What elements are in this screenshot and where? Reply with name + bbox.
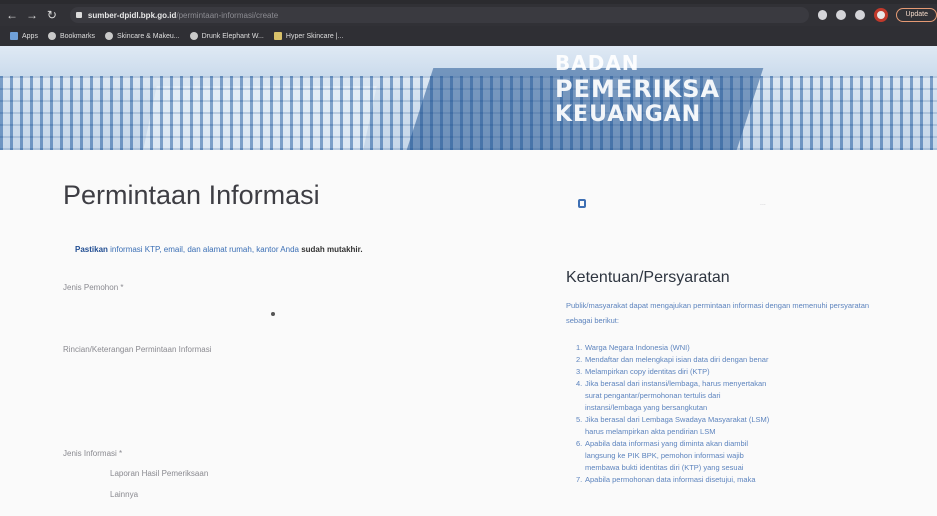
jenis-informasi-option-lainnya[interactable]: Lainnya bbox=[110, 490, 138, 499]
requirement-number: 3. bbox=[576, 367, 583, 376]
requirement-item: membawa bukti identitas diri (KTP) yang … bbox=[576, 462, 876, 474]
requirement-item: 2. Mendaftar dan melengkapi isian data di… bbox=[576, 354, 876, 366]
rincian-label: Rincian/Keterangan Permintaan Informasi bbox=[63, 345, 212, 354]
star-icon bbox=[47, 32, 56, 40]
extension-icon[interactable] bbox=[836, 10, 847, 20]
reload-icon[interactable]: ↻ bbox=[44, 7, 60, 23]
requirement-text: langsung ke PIK BPK, pemohon informasi w… bbox=[585, 451, 744, 460]
brand-line: BADAN bbox=[555, 51, 640, 75]
profile-avatar-icon[interactable] bbox=[874, 8, 889, 22]
address-bar[interactable]: sumber-dpidl.bpk.go.id /permintaan-infor… bbox=[69, 7, 809, 23]
url-host: sumber-dpidl.bpk.go.id bbox=[87, 10, 177, 20]
lock-icon bbox=[75, 12, 82, 18]
requirement-item: instansi/lembaga yang bersangkutan bbox=[576, 402, 876, 414]
requirement-number: 5. bbox=[576, 415, 583, 424]
key-icon[interactable] bbox=[817, 10, 828, 20]
url-path: /permintaan-informasi/create bbox=[176, 10, 279, 20]
requirement-text: harus melampirkan akta pendirian LSM bbox=[585, 427, 716, 436]
requirement-item: surat pengantar/permohonan tertulis dari bbox=[576, 390, 876, 402]
bookmark-label: Apps bbox=[22, 32, 38, 40]
requirement-number: 1. bbox=[576, 343, 583, 352]
bookmark-apps[interactable]: Apps bbox=[10, 32, 38, 40]
brand-line: KEUANGAN bbox=[555, 102, 702, 127]
banner-brand-text: BADAN PEMERIKSA KEUANGAN bbox=[555, 50, 720, 128]
requirement-item: harus melampirkan akta pendirian LSM bbox=[576, 426, 876, 438]
jenis-informasi-option-lhp[interactable]: Laporan Hasil Pemeriksaan bbox=[110, 469, 208, 478]
bookmarks-bar: Apps Bookmarks Skincare & Makeu... Drunk… bbox=[0, 26, 937, 46]
requirement-item: 1. Warga Negara Indonesia (WNI) bbox=[576, 342, 876, 354]
requirement-number: 4. bbox=[576, 379, 583, 388]
requirements-intro: Publik/masyarakat dapat mengajukan permi… bbox=[566, 301, 870, 325]
requirement-text: instansi/lembaga yang bersangkutan bbox=[585, 403, 708, 412]
requirements-list: 1. Warga Negara Indonesia (WNI) 2. Mendaft… bbox=[576, 342, 876, 486]
bookmark-skincare[interactable]: Skincare & Makeu... bbox=[104, 32, 180, 40]
requirement-text: membawa bukti identitas diri (KTP) yang … bbox=[585, 463, 744, 472]
bookmark-label: Drunk Elephant W... bbox=[201, 32, 264, 40]
jenis-pemohon-select[interactable] bbox=[271, 312, 275, 316]
extension-icon[interactable] bbox=[855, 10, 866, 20]
browser-toolbar: ← → ↻ sumber-dpidl.bpk.go.id /permintaan… bbox=[0, 4, 937, 26]
requirement-text: Mendaftar dan melengkapi isian data diri… bbox=[585, 355, 769, 364]
globe-icon bbox=[104, 32, 113, 40]
bookmark-drunk-elephant[interactable]: Drunk Elephant W... bbox=[189, 32, 264, 40]
jenis-pemohon-label: Jenis Pemohon * bbox=[63, 283, 124, 292]
bookmark-label: Skincare & Makeu... bbox=[116, 32, 180, 40]
document-icon[interactable] bbox=[578, 199, 586, 208]
faint-text: ... bbox=[760, 200, 766, 207]
back-icon[interactable]: ← bbox=[4, 7, 20, 23]
requirements-title: Ketentuan/Persyaratan bbox=[566, 269, 730, 286]
bookmark-hyper-skincare[interactable]: Hyper Skincare |... bbox=[273, 32, 344, 40]
requirement-text: Jika berasal dari Lembaga Swadaya Masyar… bbox=[585, 415, 770, 424]
bookmark-label: Bookmarks bbox=[59, 32, 95, 40]
brand-line: PEMERIKSA bbox=[555, 75, 721, 103]
requirement-text: Warga Negara Indonesia (WNI) bbox=[585, 343, 690, 352]
notice-lead: Pastikan bbox=[75, 245, 108, 254]
globe-icon bbox=[189, 32, 198, 40]
requirement-number: 2. bbox=[576, 355, 583, 364]
rincian-textarea[interactable] bbox=[63, 358, 503, 438]
requirement-item: 7. Apabila permohonan data informasi dise… bbox=[576, 474, 876, 486]
requirement-number: 6. bbox=[576, 439, 583, 448]
forward-icon[interactable]: → bbox=[24, 7, 40, 23]
page-title: Permintaan Informasi bbox=[63, 180, 320, 210]
update-button[interactable]: Update bbox=[896, 8, 937, 22]
bookmark-label: Hyper Skincare |... bbox=[285, 32, 344, 40]
notice-tail: sudah mutakhir. bbox=[301, 245, 363, 254]
requirement-text: Jika berasal dari instansi/lembaga, haru… bbox=[585, 379, 767, 388]
requirement-text: Apabila data informasi yang diminta akan… bbox=[585, 439, 749, 448]
apps-grid-icon bbox=[10, 32, 18, 40]
requirement-item: 5. Jika berasal dari Lembaga Swadaya Masy… bbox=[576, 414, 876, 426]
requirement-item: 3. Melampirkan copy identitas diri (KTP) bbox=[576, 366, 876, 378]
requirement-text: Apabila permohonan data informasi disetu… bbox=[585, 475, 756, 484]
requirement-number: 7. bbox=[576, 475, 583, 484]
header-banner: BADAN PEMERIKSA KEUANGAN bbox=[0, 46, 937, 150]
bookmark-bookmarks[interactable]: Bookmarks bbox=[47, 32, 95, 40]
notice-link[interactable]: informasi KTP, email, dan alamat rumah, … bbox=[108, 245, 301, 254]
requirement-item: 6. Apabila data informasi yang diminta ak… bbox=[576, 438, 876, 450]
jenis-informasi-label: Jenis Informasi * bbox=[63, 449, 123, 458]
requirement-text: surat pengantar/permohonan tertulis dari bbox=[585, 391, 721, 400]
grid-icon bbox=[273, 32, 282, 40]
profile-update-notice: Pastikan informasi KTP, email, dan alama… bbox=[75, 245, 363, 254]
requirement-item: 4. Jika berasal dari instansi/lembaga, ha… bbox=[576, 378, 876, 390]
requirement-text: Melampirkan copy identitas diri (KTP) bbox=[585, 367, 710, 376]
requirement-item: langsung ke PIK BPK, pemohon informasi w… bbox=[576, 450, 876, 462]
